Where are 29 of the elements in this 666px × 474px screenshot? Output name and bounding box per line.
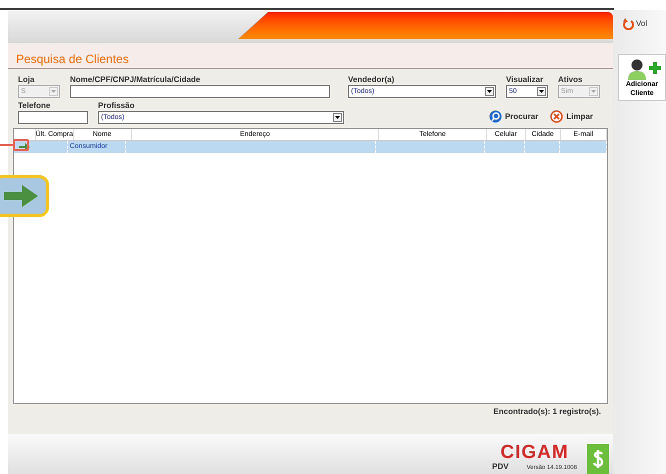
caret-icon <box>537 87 546 96</box>
search-icon <box>488 110 502 123</box>
result-count: Encontrado(s): 1 registro(s). <box>493 406 601 418</box>
arrow-icon <box>4 185 38 207</box>
refresh-icon <box>623 18 634 30</box>
text-field[interactable] <box>18 111 88 124</box>
clear-button[interactable]: Limpar <box>550 110 593 123</box>
field-label: Ativos <box>558 74 584 85</box>
text-field[interactable] <box>70 85 330 98</box>
clear-icon <box>550 110 564 123</box>
dollar-icon <box>587 444 609 474</box>
caret-icon <box>333 113 342 122</box>
field-label: Visualizar <box>506 74 544 85</box>
caret-icon <box>485 87 494 96</box>
field-label: Telefone <box>18 100 52 111</box>
search-button[interactable]: Procurar <box>488 110 538 123</box>
back-link[interactable]: Vol <box>636 18 648 30</box>
field-label: Nome/CPF/CNPJ/Matrícula/Cidade <box>70 74 202 85</box>
caret-icon <box>49 87 58 96</box>
product-name: PDV <box>492 462 509 471</box>
field-label: Profissão <box>98 100 136 111</box>
highlight-frame <box>13 139 29 151</box>
page-title: Pesquisa de Clientes <box>16 52 129 66</box>
field-label: Vendedor(a) <box>348 74 396 85</box>
caret-icon <box>589 87 598 96</box>
logo: CIGAM <box>500 444 569 462</box>
leader-line <box>0 144 13 146</box>
arrow-icon <box>19 143 30 151</box>
field-label: Loja <box>18 74 36 85</box>
